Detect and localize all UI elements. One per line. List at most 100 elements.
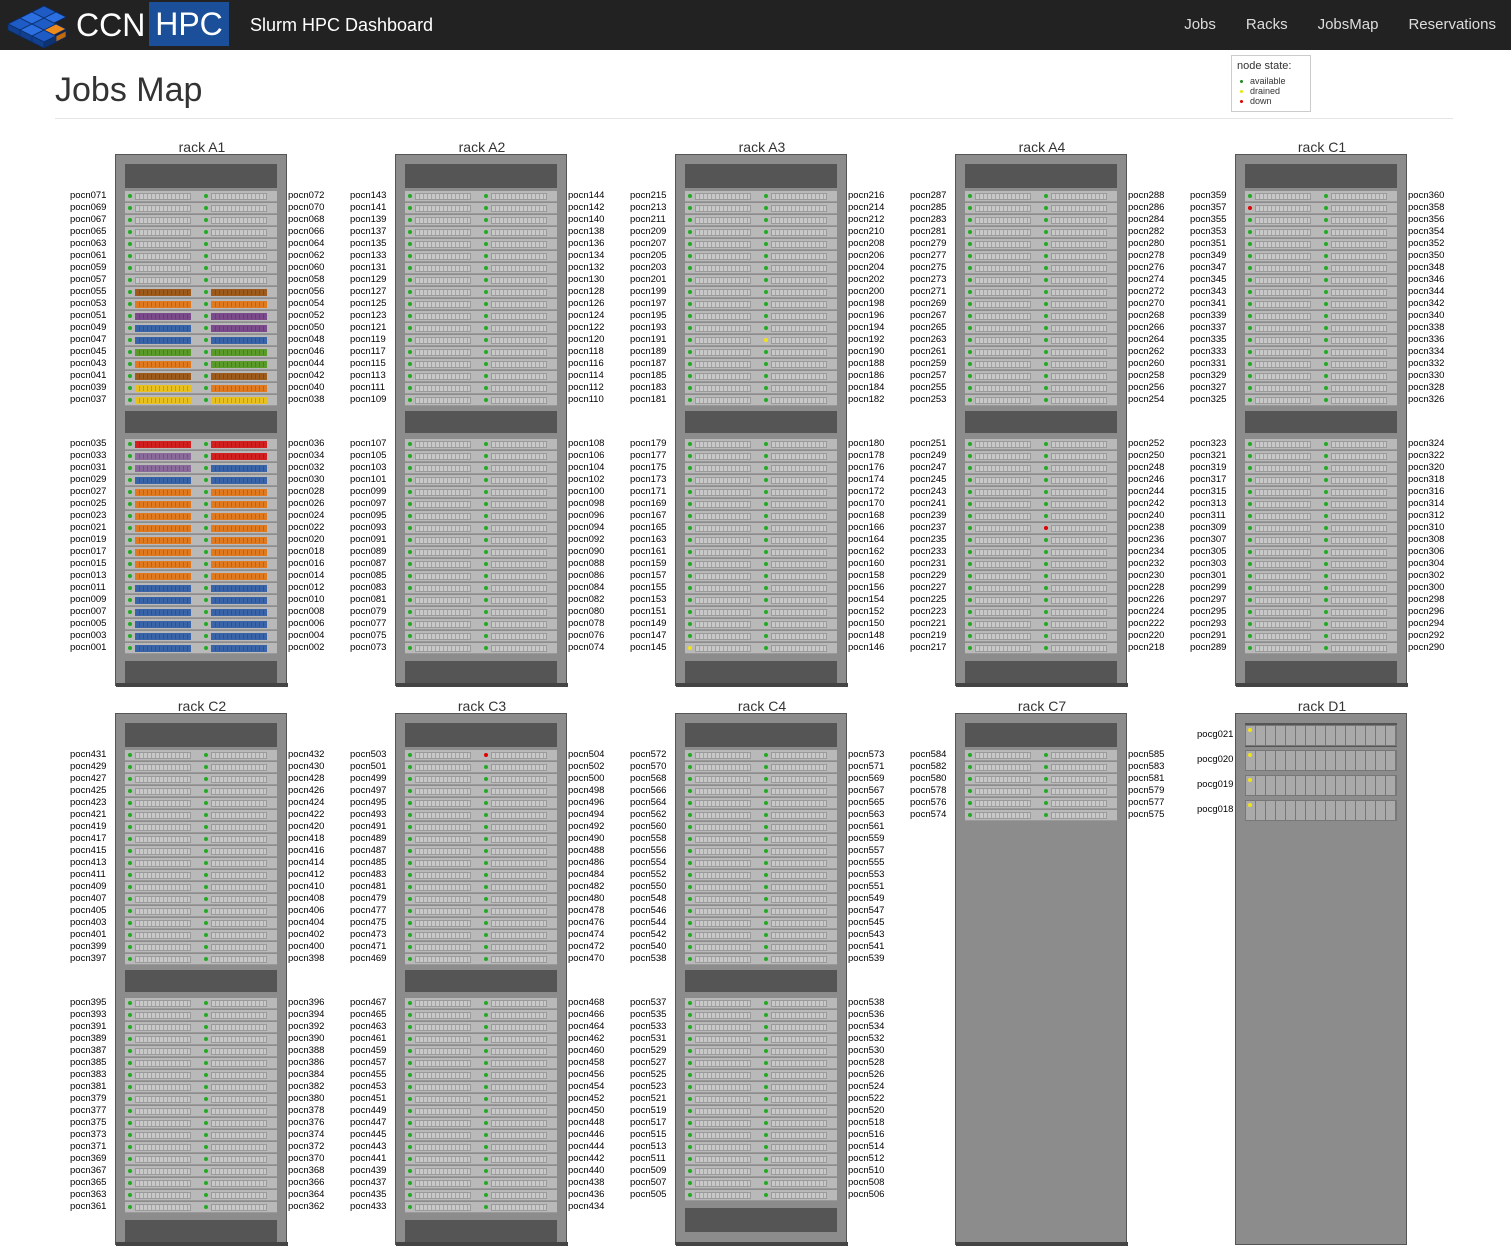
node-cell[interactable] — [1331, 205, 1387, 212]
rack-slot[interactable] — [685, 547, 837, 558]
node-label[interactable]: pocn353 — [1190, 226, 1226, 237]
node-cell[interactable] — [975, 585, 1031, 592]
node-cell[interactable] — [211, 397, 267, 404]
node-cell[interactable] — [771, 884, 827, 891]
node-cell[interactable] — [415, 812, 471, 819]
node-cell[interactable] — [135, 1000, 191, 1007]
node-label[interactable]: pocn443 — [350, 1141, 386, 1152]
node-cell[interactable] — [695, 1120, 751, 1127]
node-cell[interactable] — [491, 253, 547, 260]
brand-hpc[interactable]: HPC — [149, 2, 229, 46]
node-label[interactable]: pocn580 — [910, 773, 946, 784]
node-cell[interactable] — [695, 385, 751, 392]
rack-slot[interactable] — [685, 511, 837, 522]
node-cell[interactable] — [1051, 301, 1107, 308]
node-label[interactable]: pocn265 — [910, 322, 946, 333]
node-cell[interactable] — [491, 513, 547, 520]
node-label[interactable]: pocn111 — [350, 382, 385, 393]
node-cell[interactable] — [975, 373, 1031, 380]
rack-slot[interactable] — [965, 786, 1117, 797]
rack-slot[interactable] — [1245, 347, 1397, 358]
node-label[interactable]: pocn403 — [70, 917, 106, 928]
node-label[interactable]: pocg020 — [1197, 754, 1233, 765]
node-cell[interactable] — [491, 633, 547, 640]
rack-slot[interactable] — [125, 1022, 277, 1033]
node-label[interactable]: pocn329 — [1190, 370, 1226, 381]
rack-slot[interactable] — [685, 523, 837, 534]
node-label[interactable]: pocn351 — [1190, 238, 1226, 249]
rack-slot[interactable] — [1245, 239, 1397, 250]
node-label[interactable]: pocn391 — [70, 1021, 106, 1032]
node-cell[interactable] — [415, 1180, 471, 1187]
node-label[interactable]: pocn485 — [350, 857, 386, 868]
node-label[interactable]: pocn556 — [630, 845, 666, 856]
node-cell[interactable] — [1051, 645, 1107, 652]
node-cell[interactable] — [771, 1120, 827, 1127]
node-cell[interactable] — [1331, 193, 1387, 200]
node-label[interactable]: pocn013 — [70, 570, 106, 581]
node-cell[interactable] — [135, 920, 191, 927]
node-label[interactable]: pocn519 — [630, 1105, 666, 1116]
node-cell[interactable] — [695, 489, 751, 496]
node-cell[interactable] — [491, 1192, 547, 1199]
node-cell[interactable] — [1051, 812, 1107, 819]
node-cell[interactable] — [211, 325, 267, 332]
node-cell[interactable] — [975, 609, 1031, 616]
rack-slot[interactable] — [125, 359, 277, 370]
node-cell[interactable] — [695, 776, 751, 783]
node-label[interactable]: pocn511 — [630, 1153, 666, 1164]
node-label[interactable]: pocn499 — [350, 773, 386, 784]
node-cell[interactable] — [695, 848, 751, 855]
node-cell[interactable] — [975, 301, 1031, 308]
node-cell[interactable] — [135, 513, 191, 520]
node-label[interactable]: pocn423 — [70, 797, 106, 808]
node-cell[interactable] — [1051, 788, 1107, 795]
node-cell[interactable] — [415, 1060, 471, 1067]
node-label[interactable]: pocn231 — [910, 558, 946, 569]
rack-slot[interactable] — [125, 998, 277, 1009]
node-cell[interactable] — [975, 621, 1031, 628]
node-cell[interactable] — [415, 337, 471, 344]
node-label[interactable]: pocn189 — [630, 346, 666, 357]
rack-slot[interactable] — [685, 906, 837, 917]
node-label[interactable]: pocn053 — [70, 298, 106, 309]
rack-slot[interactable] — [405, 1082, 557, 1093]
node-cell[interactable] — [491, 920, 547, 927]
node-label[interactable]: pocn245 — [910, 474, 946, 485]
node-cell[interactable] — [415, 896, 471, 903]
rack-slot[interactable] — [685, 571, 837, 582]
node-label[interactable]: pocn123 — [350, 310, 386, 321]
node-cell[interactable] — [771, 1168, 827, 1175]
node-label[interactable]: pocn031 — [70, 462, 106, 473]
node-cell[interactable] — [491, 573, 547, 580]
rack-slot[interactable] — [125, 371, 277, 382]
node-label[interactable]: pocn067 — [70, 214, 106, 225]
node-label[interactable]: pocn296 — [1408, 606, 1444, 617]
node-cell[interactable] — [771, 585, 827, 592]
node-label[interactable]: pocn340 — [1408, 310, 1444, 321]
node-label[interactable]: pocn131 — [350, 262, 386, 273]
rack-slot[interactable] — [965, 643, 1117, 654]
rack-slot[interactable] — [405, 583, 557, 594]
rack-slot[interactable] — [125, 1190, 277, 1201]
node-label[interactable]: pocn495 — [350, 797, 386, 808]
node-cell[interactable] — [975, 800, 1031, 807]
node-cell[interactable] — [695, 597, 751, 604]
node-label[interactable]: pocn097 — [350, 498, 386, 509]
node-cell[interactable] — [771, 836, 827, 843]
node-cell[interactable] — [135, 1132, 191, 1139]
node-cell[interactable] — [211, 453, 267, 460]
rack-slot[interactable] — [405, 347, 557, 358]
node-cell[interactable] — [491, 884, 547, 891]
node-cell[interactable] — [975, 549, 1031, 556]
node-label[interactable]: pocn273 — [910, 274, 946, 285]
node-cell[interactable] — [491, 776, 547, 783]
rack-slot[interactable] — [405, 942, 557, 953]
node-cell[interactable] — [695, 1012, 751, 1019]
rack-slot[interactable] — [1245, 395, 1397, 406]
node-cell[interactable] — [211, 1000, 267, 1007]
node-label[interactable]: pocn449 — [350, 1105, 386, 1116]
node-label[interactable]: pocn007 — [70, 606, 106, 617]
node-label[interactable]: pocn513 — [630, 1141, 666, 1152]
rack-slot[interactable] — [1245, 215, 1397, 226]
